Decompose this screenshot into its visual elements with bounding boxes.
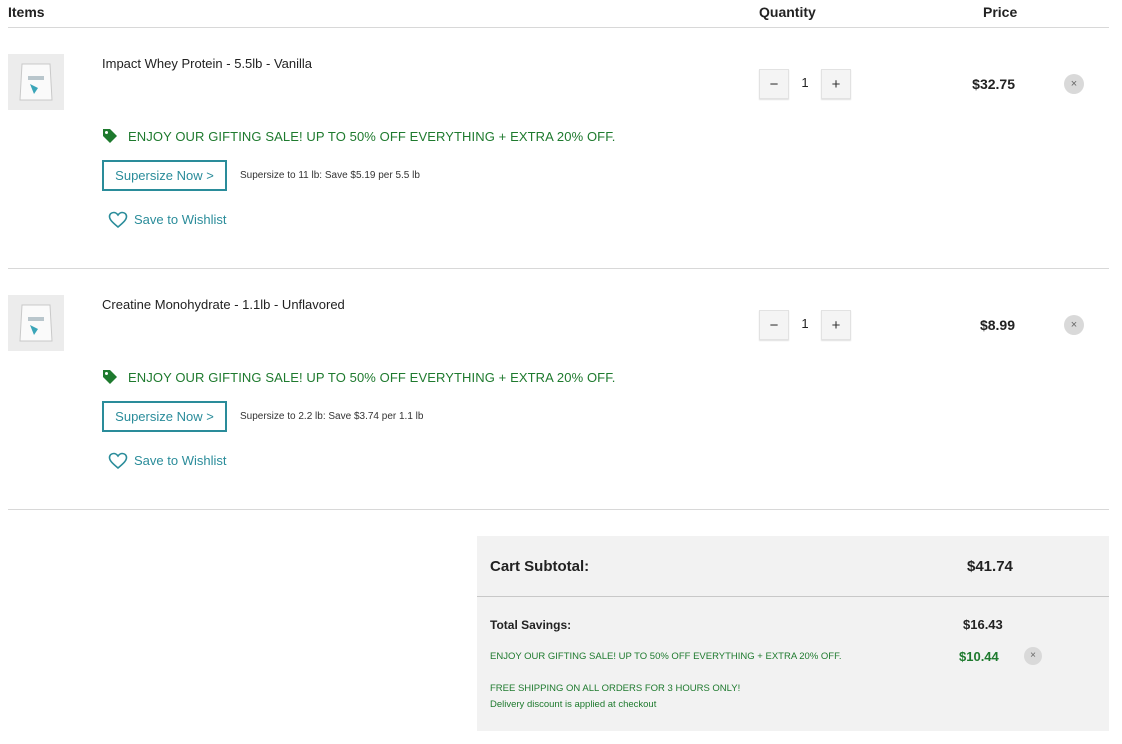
remove-item-button[interactable]: × [1064, 74, 1084, 94]
shipping-label: FREE SHIPPING ON ALL ORDERS FOR 3 HOURS … [490, 683, 741, 694]
wishlist-label: Save to Wishlist [134, 212, 227, 227]
decrement-button[interactable]: − [759, 310, 789, 340]
item-price: $32.75 [972, 76, 1015, 92]
heart-icon [108, 210, 128, 233]
wishlist-label: Save to Wishlist [134, 453, 227, 468]
tag-icon [102, 128, 118, 149]
savings-value: $16.43 [963, 617, 1003, 632]
summary-divider [477, 596, 1109, 597]
product-name[interactable]: Impact Whey Protein - 5.5lb - Vanilla [102, 56, 312, 71]
increment-button[interactable]: + [821, 69, 851, 99]
item-price: $8.99 [979, 317, 1015, 333]
items-header: Items [8, 4, 45, 20]
shipping-note: Delivery discount is applied at checkout [490, 699, 657, 710]
price-header: Price [983, 4, 1018, 20]
subtotal-value: $41.74 [967, 558, 1013, 575]
cart-summary: Cart Subtotal: $41.74 Total Savings: $16… [477, 536, 1109, 731]
quantity-value[interactable]: 1 [790, 68, 820, 98]
quantity-header: Quantity [759, 4, 816, 20]
remove-discount-button[interactable]: × [1024, 647, 1042, 665]
increment-button[interactable]: + [821, 310, 851, 340]
supersize-button[interactable]: Supersize Now > [102, 401, 227, 432]
supersize-note: Supersize to 11 lb: Save $5.19 per 5.5 l… [240, 170, 420, 181]
discount-value: $10.44 [959, 649, 999, 664]
product-image[interactable] [8, 295, 64, 351]
remove-item-button[interactable]: × [1064, 315, 1084, 335]
quantity-value[interactable]: 1 [790, 309, 820, 339]
tag-icon [102, 369, 118, 390]
promo-text: ENJOY OUR GIFTING SALE! UP TO 50% OFF EV… [128, 370, 616, 385]
header-divider [8, 27, 1109, 28]
subtotal-label: Cart Subtotal: [490, 558, 590, 575]
item-divider [8, 268, 1109, 269]
product-name[interactable]: Creatine Monohydrate - 1.1lb - Unflavore… [102, 297, 345, 312]
decrement-button[interactable]: − [759, 69, 789, 99]
supersize-note: Supersize to 2.2 lb: Save $3.74 per 1.1 … [240, 411, 424, 422]
product-image[interactable] [8, 54, 64, 110]
item-divider [8, 509, 1109, 510]
supersize-button[interactable]: Supersize Now > [102, 160, 227, 191]
promo-text: ENJOY OUR GIFTING SALE! UP TO 50% OFF EV… [128, 129, 616, 144]
savings-label: Total Savings: [490, 618, 572, 632]
heart-icon [108, 451, 128, 474]
discount-label: ENJOY OUR GIFTING SALE! UP TO 50% OFF EV… [490, 651, 842, 662]
